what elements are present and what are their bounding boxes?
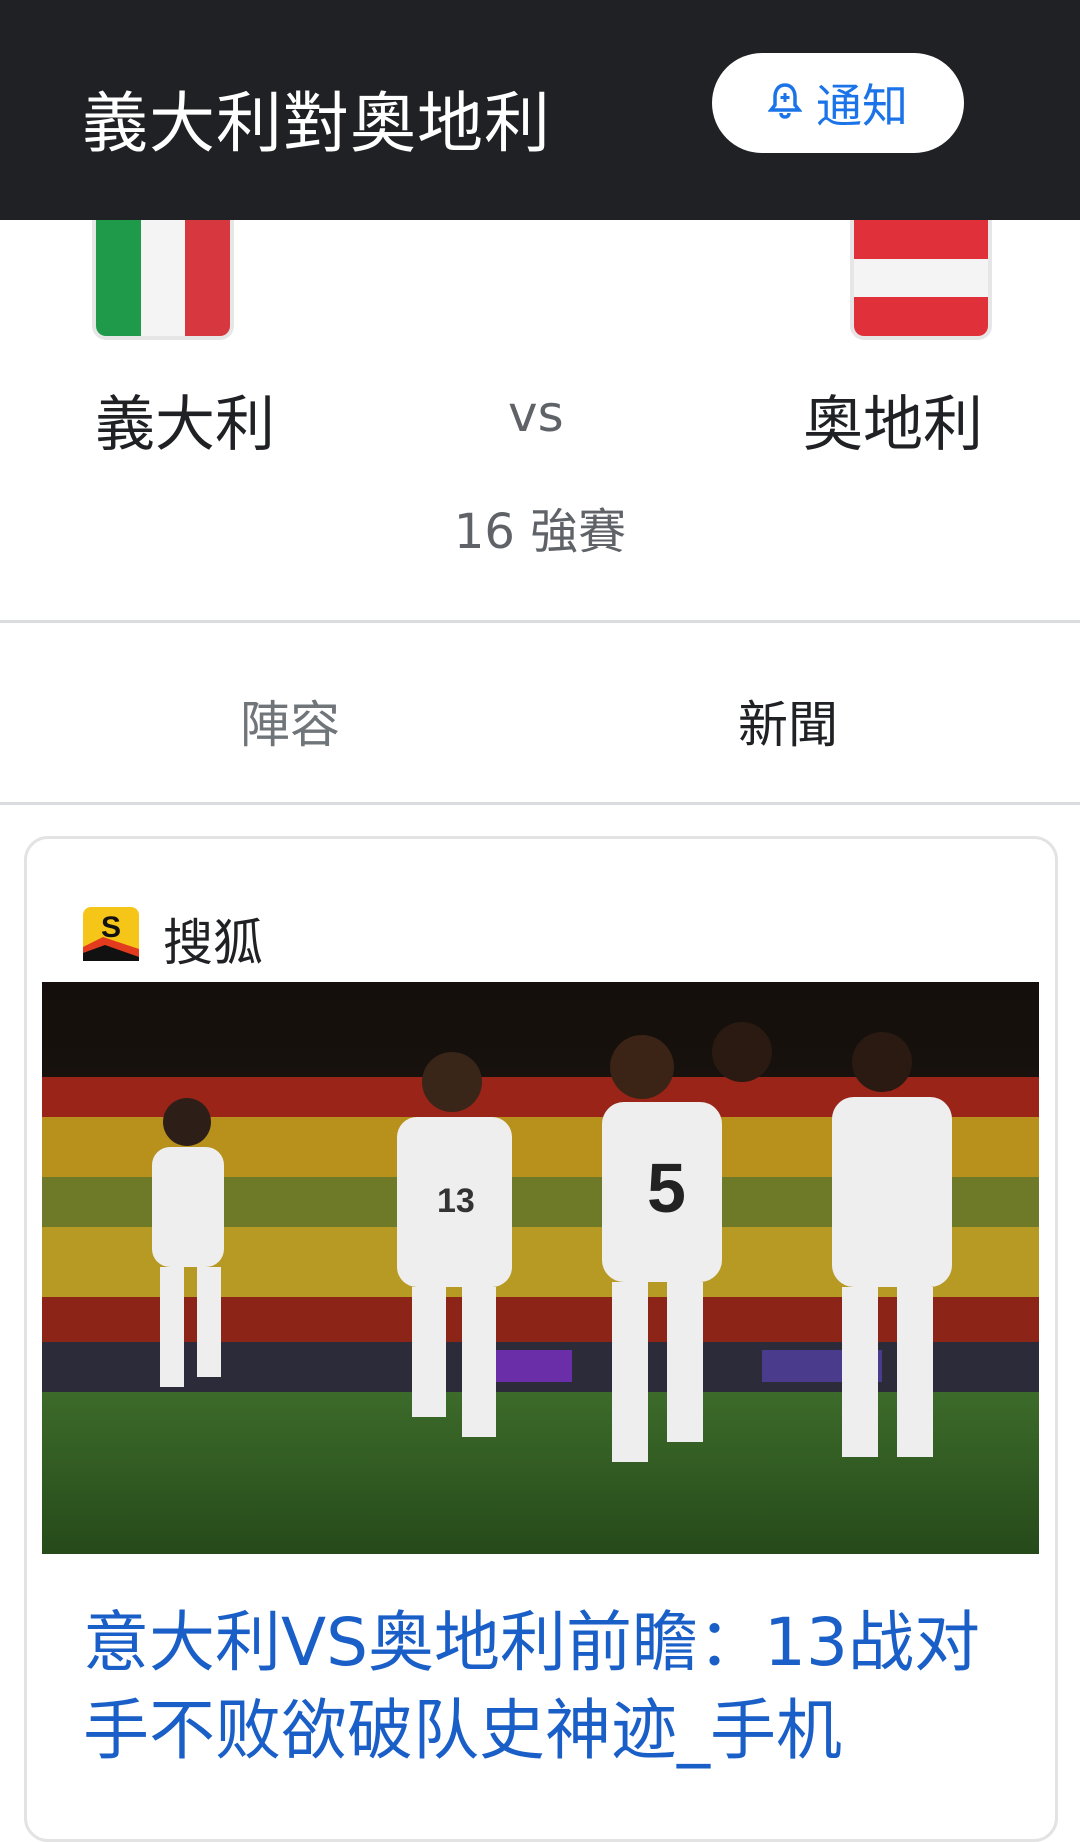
sohu-logo-icon: S	[83, 907, 139, 961]
news-photo[interactable]: 13 5	[42, 982, 1039, 1554]
divider	[0, 802, 1080, 805]
notify-button[interactable]: 通知	[712, 53, 964, 153]
news-card[interactable]: S 搜狐 13 5 意大利VS奥地利前瞻：13战对手不败欲破队史神迹_手机	[24, 836, 1058, 1842]
divider	[0, 620, 1080, 623]
away-team-flag	[850, 220, 992, 340]
notify-label: 通知	[816, 79, 908, 133]
home-team-flag	[92, 220, 234, 340]
away-team-name[interactable]: 奧地利	[803, 376, 983, 463]
news-headline[interactable]: 意大利VS奥地利前瞻：13战对手不败欲破队史神迹_手机	[83, 1599, 1043, 1775]
top-app-bar: 義大利對奧地利 通知	[0, 0, 1080, 220]
svg-text:S: S	[101, 911, 121, 944]
bell-add-icon	[767, 76, 803, 130]
tab-lineup[interactable]: 陣容	[240, 685, 340, 757]
vs-label: vs	[508, 385, 564, 443]
home-team-name[interactable]: 義大利	[95, 376, 275, 463]
match-stage: 16 強賽	[453, 504, 627, 560]
news-source-name: 搜狐	[163, 914, 263, 972]
svg-text:13: 13	[437, 1182, 475, 1220]
svg-text:5: 5	[647, 1149, 686, 1227]
page-title: 義大利對奧地利	[82, 85, 551, 162]
tab-news[interactable]: 新聞	[738, 685, 838, 757]
